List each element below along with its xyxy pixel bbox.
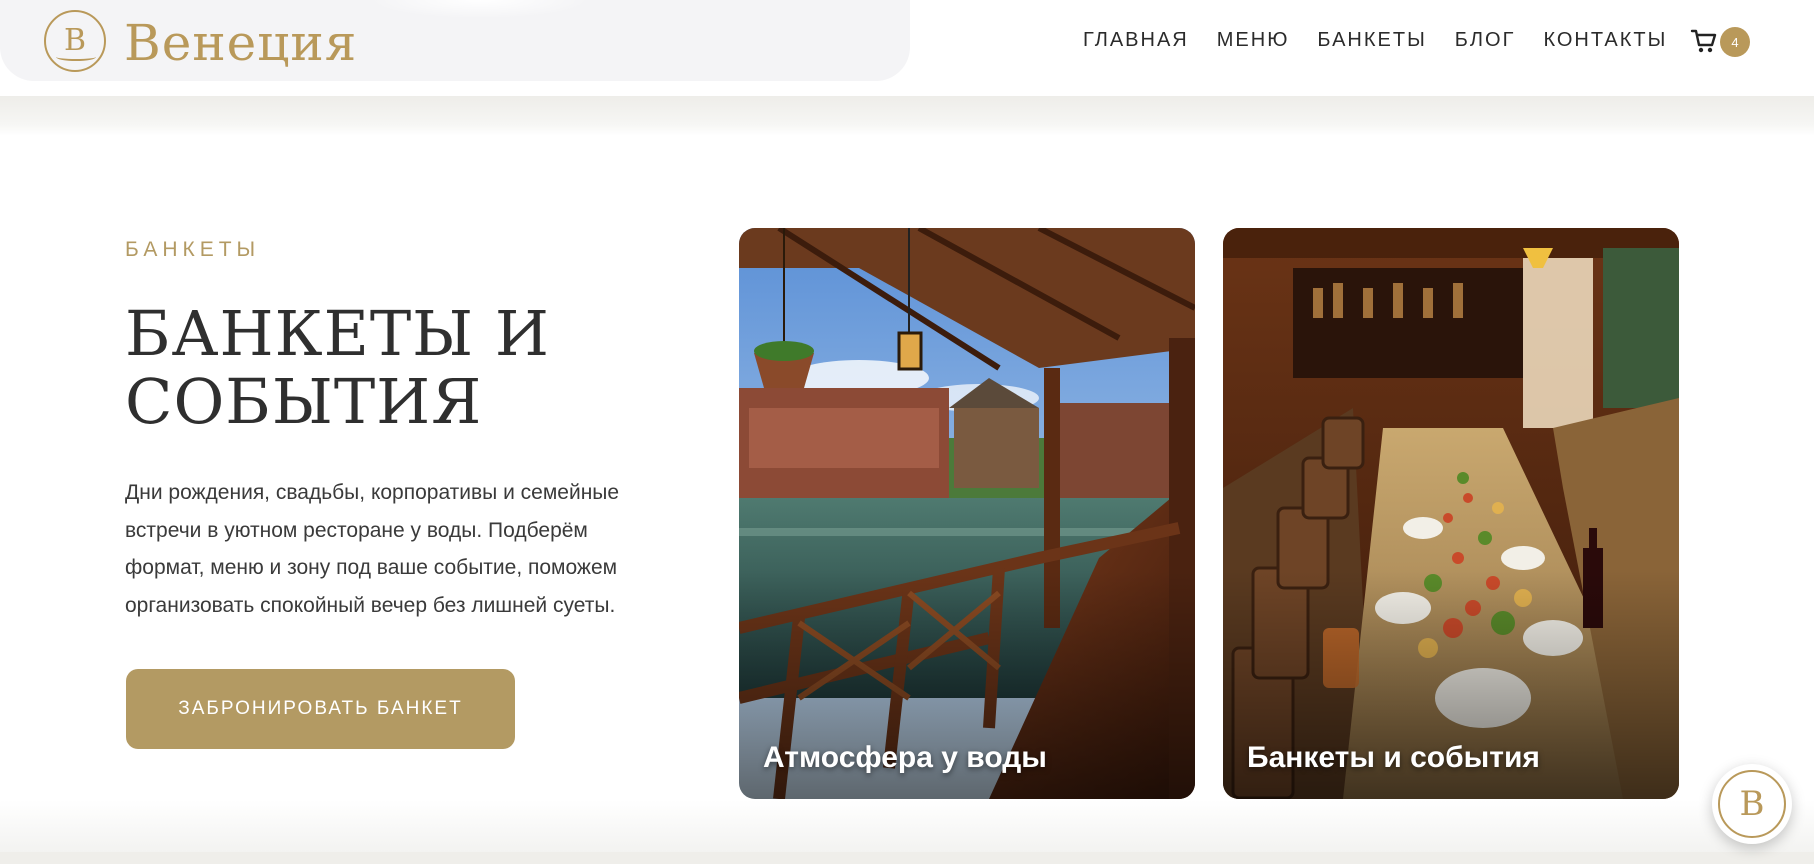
main-nav: ГЛАВНАЯ МЕНЮ БАНКЕТЫ БЛОГ КОНТАКТЫ — [1083, 28, 1667, 52]
cart-count-badge: 4 — [1720, 27, 1750, 57]
brand-name: Венеция — [124, 14, 358, 72]
hero-description: Дни рождения, свадьбы, корпоративы и сем… — [125, 481, 620, 617]
nav-item-home[interactable]: ГЛАВНАЯ — [1083, 28, 1189, 52]
section-eyebrow: БАНКЕТЫ — [125, 238, 261, 261]
card-caption: Атмосфера у воды — [763, 741, 1047, 774]
cart-button[interactable]: 4 — [1690, 24, 1750, 58]
nav-item-blog[interactable]: БЛОГ — [1455, 28, 1516, 52]
banquet-photo — [1223, 228, 1679, 799]
card-banquets-events[interactable]: Банкеты и события — [1223, 228, 1679, 799]
nav-item-menu[interactable]: МЕНЮ — [1217, 28, 1290, 52]
logo-wave — [56, 53, 96, 61]
site-header: B Венеция ГЛАВНАЯ МЕНЮ БАНКЕТЫ БЛОГ КОНТ… — [0, 0, 1814, 96]
section-divider — [0, 852, 1814, 864]
card-caption: Банкеты и события — [1247, 741, 1540, 774]
terrace-photo — [739, 228, 1195, 799]
header-subband — [0, 96, 1814, 136]
cart-icon — [1690, 29, 1717, 53]
nav-item-contacts[interactable]: КОНТАКТЫ — [1543, 28, 1667, 52]
logo-icon: B — [44, 10, 106, 72]
section-bottom-fade — [0, 800, 1814, 852]
logo-area[interactable]: B Венеция — [0, 0, 910, 81]
book-banquet-button[interactable]: ЗАБРОНИРОВАТЬ БАНКЕТ — [126, 669, 515, 749]
nav-item-banquets[interactable]: БАНКЕТЫ — [1317, 28, 1426, 52]
page-title: БАНКЕТЫ И СОБЫТИЯ — [125, 297, 550, 438]
chat-widget-button[interactable]: B — [1712, 764, 1792, 844]
card-water-atmosphere[interactable]: Атмосфера у воды — [739, 228, 1195, 799]
chat-logo-icon: B — [1718, 770, 1786, 838]
logo-letter: B — [63, 23, 87, 58]
